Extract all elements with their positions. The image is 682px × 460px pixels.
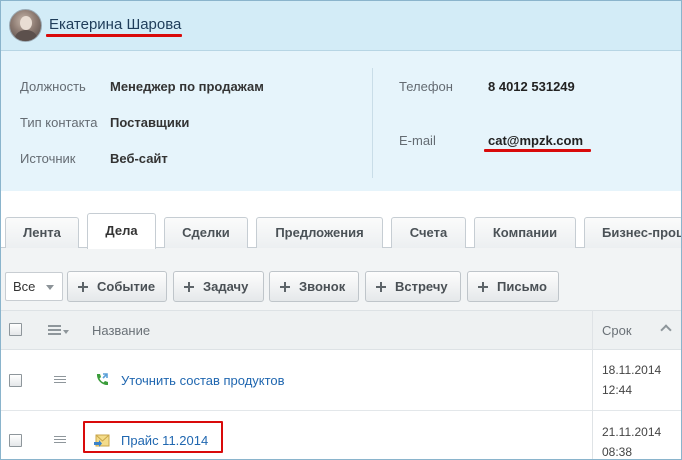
row-checkbox[interactable] (9, 374, 22, 387)
add-meeting-label: Встречу (395, 279, 448, 294)
tab-companies[interactable]: Компании (474, 217, 576, 248)
column-separator (592, 310, 593, 459)
contact-name[interactable]: Екатерина Шарова (49, 16, 181, 33)
tab-invoices[interactable]: Счета (391, 217, 466, 248)
row-menu-icon[interactable] (54, 376, 66, 385)
avatar[interactable] (9, 9, 42, 42)
plus-icon (280, 282, 290, 292)
position-value: Менеджер по продажам (110, 79, 264, 94)
tab-quotes[interactable]: Предложения (256, 217, 383, 248)
column-header-name[interactable]: Название (92, 323, 150, 338)
row-checkbox[interactable] (9, 434, 22, 447)
email-value[interactable]: cat@mpzk.com (488, 133, 583, 148)
add-event-label: Событие (97, 279, 156, 294)
highlight-underline-email (484, 149, 591, 152)
chevron-down-icon (63, 330, 69, 334)
filter-select[interactable]: Все (5, 272, 63, 301)
add-call-label: Звонок (299, 279, 346, 294)
tab-business-processes[interactable]: Бизнес-проц (584, 217, 681, 248)
add-call-button[interactable]: Звонок (269, 271, 359, 302)
plus-icon (184, 282, 194, 292)
contact-type-value: Поставщики (110, 115, 190, 130)
contact-header: Екатерина Шарова (1, 1, 681, 51)
activity-time: 12:44 (602, 383, 633, 397)
plus-icon (478, 282, 488, 292)
add-email-button[interactable]: Письмо (467, 271, 559, 302)
contact-info-panel (1, 51, 681, 191)
phone-call-icon (96, 373, 108, 386)
highlight-underline-name (46, 34, 182, 37)
select-all-checkbox[interactable] (9, 323, 22, 336)
phone-value[interactable]: 8 4012 531249 (488, 79, 575, 94)
position-label: Должность (20, 79, 86, 94)
highlight-box (83, 421, 223, 453)
contact-type-label: Тип контакта (20, 115, 98, 130)
add-task-label: Задачу (203, 279, 249, 294)
plus-icon (376, 282, 386, 292)
tab-deals[interactable]: Сделки (164, 217, 248, 248)
source-value: Веб-сайт (110, 151, 168, 166)
add-meeting-button[interactable]: Встречу (365, 271, 461, 302)
info-divider (372, 68, 373, 178)
activity-date: 18.11.2014 (602, 363, 662, 377)
column-header-deadline[interactable]: Срок (602, 323, 632, 338)
email-label: E-mail (399, 133, 436, 148)
tab-feed[interactable]: Лента (5, 217, 79, 248)
phone-label: Телефон (399, 79, 453, 94)
source-label: Источник (20, 151, 76, 166)
activity-time: 08:38 (602, 445, 633, 459)
add-task-button[interactable]: Задачу (173, 271, 264, 302)
row-menu-icon[interactable] (54, 436, 66, 445)
tab-activities[interactable]: Дела (87, 213, 156, 249)
filter-select-value: Все (13, 279, 36, 294)
activity-title-link[interactable]: Уточнить состав продуктов (121, 373, 285, 388)
activity-date: 21.11.2014 (602, 425, 662, 439)
plus-icon (78, 282, 88, 292)
chevron-down-icon (46, 285, 54, 290)
contact-card: Екатерина Шарова Должность Менеджер по п… (0, 0, 682, 460)
column-menu-icon[interactable] (48, 325, 61, 337)
add-event-button[interactable]: Событие (67, 271, 167, 302)
add-email-label: Письмо (497, 279, 547, 294)
